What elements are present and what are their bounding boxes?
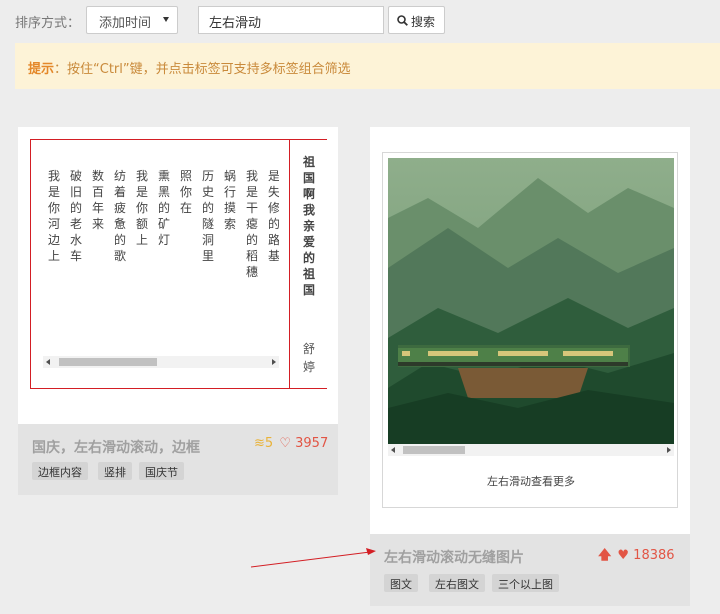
annotation-arrow xyxy=(250,548,376,568)
